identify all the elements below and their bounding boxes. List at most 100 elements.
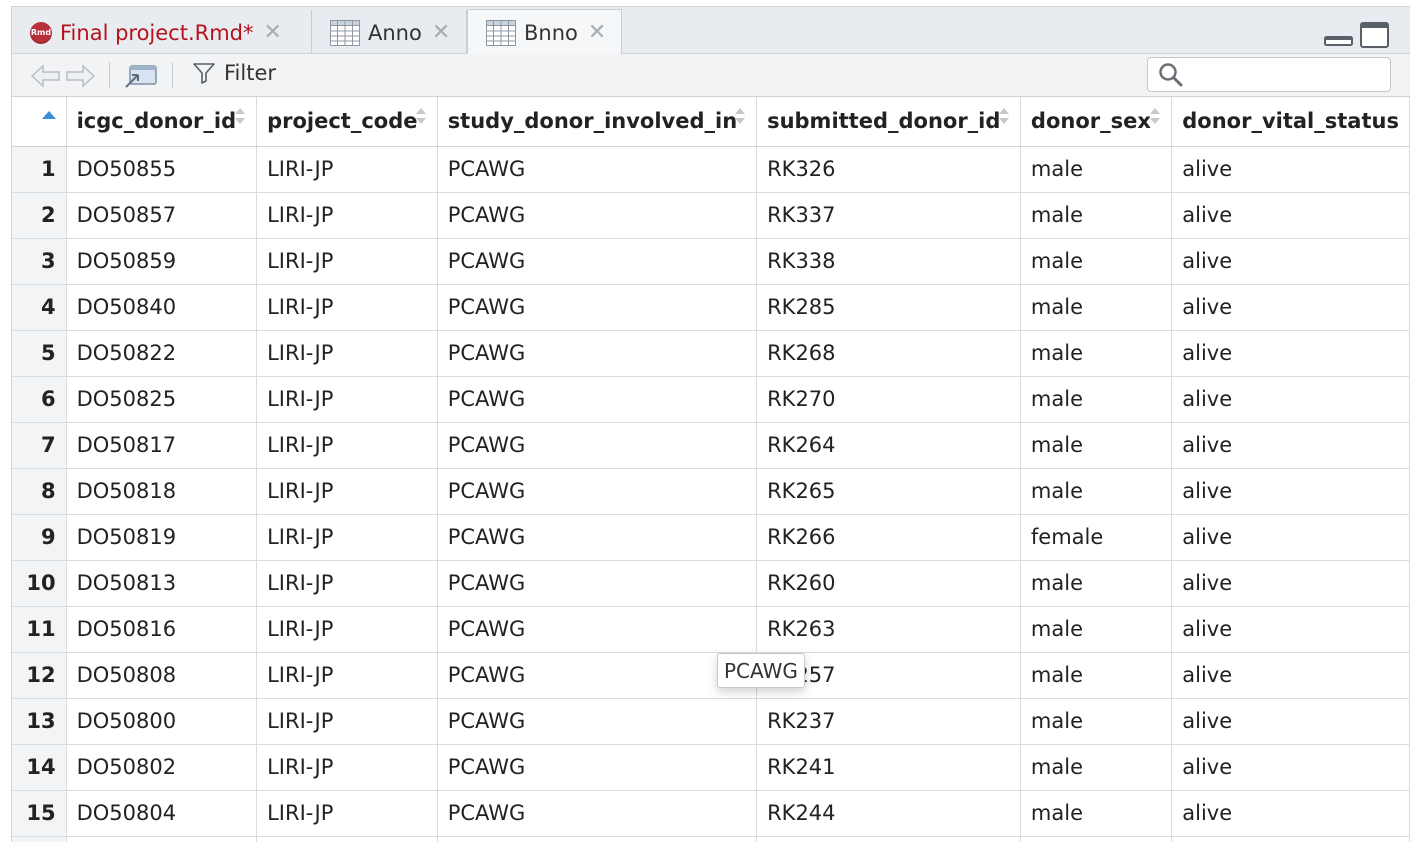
- table-cell: RK265: [756, 468, 1021, 515]
- table-cell: male: [1020, 698, 1173, 745]
- row-number: 7: [12, 422, 67, 469]
- table-row[interactable]: 9 DO50819 LIRI-JP PCAWG RK266 female alive: [12, 514, 1410, 561]
- row-number: 2: [12, 192, 67, 239]
- table-cell: LIRI-JP: [256, 790, 438, 837]
- column-header-project-code[interactable]: project_code: [256, 97, 438, 147]
- table-cell: male: [1020, 790, 1173, 837]
- close-icon[interactable]: ✕: [264, 21, 282, 44]
- row-number: 12: [12, 652, 67, 699]
- table-cell: PCAWG: [437, 422, 758, 469]
- table-cell: male: [1020, 560, 1173, 607]
- table-cell: LIRI-JP: [256, 238, 438, 285]
- table-cell: male: [1020, 284, 1173, 331]
- table-cell: alive: [1171, 238, 1410, 285]
- column-header-donor-vital-status[interactable]: donor_vital_status: [1171, 97, 1410, 147]
- table-cell: RK326: [756, 146, 1021, 193]
- row-number: 15: [12, 790, 67, 837]
- table-row[interactable]: 3 DO50859 LIRI-JP PCAWG RK338 male alive: [12, 238, 1410, 285]
- tab-label: Bnno: [524, 20, 578, 45]
- filter-icon: [193, 63, 215, 84]
- table-cell: alive: [1171, 146, 1410, 193]
- tab-bar: Rmd Final project.Rmd* ✕ Anno ✕ Bnno ✕: [0, 0, 1410, 55]
- column-header-icgc-donor-id[interactable]: icgc_donor_id: [66, 97, 258, 147]
- tab-label: Final project.Rmd*: [60, 20, 254, 45]
- tab-bnno[interactable]: Bnno ✕: [467, 9, 622, 55]
- sort-arrows-icon: [998, 108, 1009, 124]
- minimize-pane-icon[interactable]: [1324, 25, 1354, 47]
- row-number: 10: [12, 560, 67, 607]
- table-row[interactable]: 15 DO50804 LIRI-JP PCAWG RK244 male alive: [12, 790, 1410, 837]
- sort-arrows-icon: [415, 108, 426, 124]
- table-cell: DO50840: [66, 284, 258, 331]
- table-cell: PCAWG: [437, 238, 758, 285]
- table-cell: LIRI-JP: [256, 560, 438, 607]
- table-row[interactable]: 6 DO50825 LIRI-JP PCAWG RK270 male alive: [12, 376, 1410, 423]
- sort-ascending-icon: [41, 111, 56, 119]
- row-number: 3: [12, 238, 67, 285]
- tab-anno[interactable]: Anno ✕: [312, 10, 467, 55]
- column-header-label: donor_vital_status: [1182, 109, 1399, 134]
- table-cell: RK260: [756, 560, 1021, 607]
- table-cell: alive: [1171, 192, 1410, 239]
- table-row[interactable]: 14 DO50802 LIRI-JP PCAWG RK241 male alive: [12, 744, 1410, 791]
- table-cell: DO50804: [66, 790, 258, 837]
- table-row[interactable]: 13 DO50800 LIRI-JP PCAWG RK237 male alive: [12, 698, 1410, 745]
- table-cell: LIRI-JP: [256, 146, 438, 193]
- table-row[interactable]: 4 DO50840 LIRI-JP PCAWG RK285 male alive: [12, 284, 1410, 331]
- table-row[interactable]: 7 DO50817 LIRI-JP PCAWG RK264 male alive: [12, 422, 1410, 469]
- sort-arrows-icon: [735, 108, 746, 124]
- table-row[interactable]: 10 DO50813 LIRI-JP PCAWG RK260 male alive: [12, 560, 1410, 607]
- table-cell: PCAWG: [437, 330, 758, 377]
- data-viewer-toolbar: Filter: [11, 54, 1410, 97]
- table-row[interactable]: 2 DO50857 LIRI-JP PCAWG RK337 male alive: [12, 192, 1410, 239]
- table-cell: male: [1020, 192, 1173, 239]
- table-cell: DO50825: [66, 376, 258, 423]
- data-table-container[interactable]: icgc_donor_id project_code study_donor_i…: [11, 97, 1410, 842]
- filter-button[interactable]: Filter: [192, 61, 276, 85]
- table-cell: PCAWG: [437, 790, 758, 837]
- back-arrow-icon[interactable]: [30, 64, 62, 88]
- close-icon[interactable]: ✕: [432, 21, 450, 44]
- close-icon[interactable]: ✕: [588, 21, 606, 44]
- header-row: icgc_donor_id project_code study_donor_i…: [12, 97, 1410, 147]
- table-cell: PCAWG: [437, 698, 758, 745]
- table-row[interactable]: 1 DO50855 LIRI-JP PCAWG RK326 male alive: [12, 146, 1410, 193]
- row-number-header[interactable]: [12, 97, 67, 147]
- table-row[interactable]: 12DO50808LIRI-JPPCAWGRK257malealive: [12, 652, 1410, 699]
- table-cell: alive: [1171, 330, 1410, 377]
- table-cell: PCAWG: [437, 560, 758, 607]
- column-header-submitted-donor-id[interactable]: submitted_donor_id: [756, 97, 1021, 147]
- table-cell: LIRI-JP: [256, 514, 438, 561]
- table-row[interactable]: 8 DO50818 LIRI-JP PCAWG RK265 male alive: [12, 468, 1410, 515]
- table-cell: DO50859: [66, 238, 258, 285]
- table-cell: LIRI-JP: [256, 376, 438, 423]
- table-row[interactable]: 5 DO50822 LIRI-JP PCAWG RK268 male alive: [12, 330, 1410, 377]
- table-cell: DO50808: [66, 652, 258, 699]
- table-cell: [1171, 836, 1410, 842]
- table-cell: male: [1020, 744, 1173, 791]
- maximize-pane-icon[interactable]: [1360, 21, 1390, 49]
- table-row[interactable]: 11 DO50816 LIRI-JP PCAWG RK263 male alive: [12, 606, 1410, 653]
- table-cell: RK337: [756, 192, 1021, 239]
- data-grid-icon: [486, 19, 516, 46]
- show-in-new-window-icon[interactable]: [124, 63, 158, 89]
- column-header-study-donor-involved-in[interactable]: study_donor_involved_in: [437, 97, 758, 147]
- forward-arrow-icon[interactable]: [64, 64, 96, 88]
- tab-final-project[interactable]: Rmd Final project.Rmd* ✕: [12, 10, 312, 55]
- table-cell: PCAWG: [437, 146, 758, 193]
- sort-arrows-icon: [1150, 108, 1161, 124]
- table-cell: PCAWG: [437, 514, 758, 561]
- column-header-donor-sex[interactable]: donor_sex: [1020, 97, 1173, 147]
- table-row[interactable]: [12, 836, 1410, 842]
- table-cell: male: [1020, 376, 1173, 423]
- table-cell: male: [1020, 606, 1173, 653]
- table-cell: [437, 836, 758, 842]
- table-cell: PCAWG: [437, 284, 758, 331]
- table-cell: RK263: [756, 606, 1021, 653]
- table-cell: LIRI-JP: [256, 468, 438, 515]
- row-number: 13: [12, 698, 67, 745]
- table-cell: RK264: [756, 422, 1021, 469]
- search-box[interactable]: [1147, 57, 1391, 92]
- table-cell: alive: [1171, 698, 1410, 745]
- search-input[interactable]: [1190, 63, 1380, 86]
